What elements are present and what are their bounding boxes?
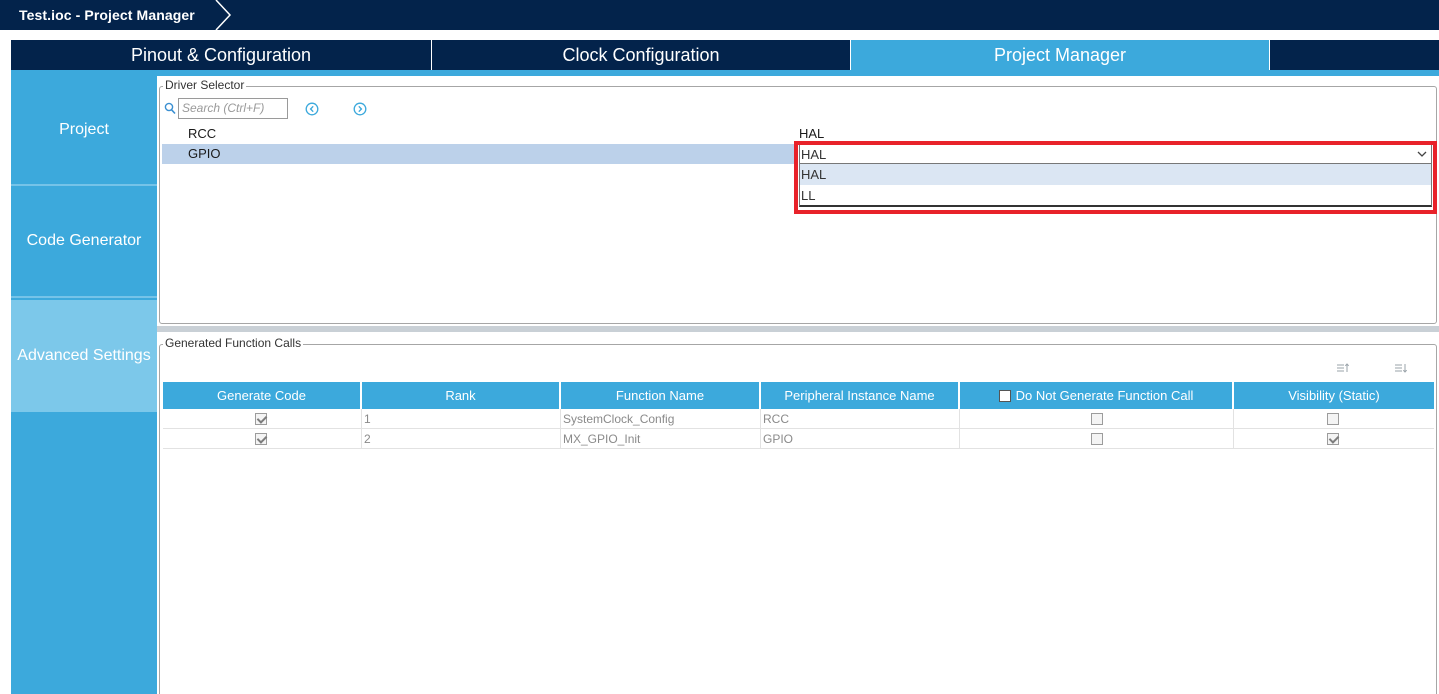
rank-value: 1 <box>364 412 371 426</box>
visibility-static-checkbox[interactable] <box>1327 413 1339 425</box>
sidebar-item-advanced-settings[interactable]: Advanced Settings <box>11 300 157 412</box>
cell-function-name: SystemClock_Config <box>561 409 761 429</box>
move-down-icon[interactable] <box>1394 362 1408 374</box>
function-calls-legend: Generated Function Calls <box>163 336 304 350</box>
sidebar-item-project[interactable]: Project <box>11 76 157 186</box>
sidebar: Project Code Generator Advanced Settings <box>11 76 157 694</box>
cell-visibility-static <box>1234 429 1434 449</box>
driver-row-name: GPIO <box>188 146 221 161</box>
main-tabs: Pinout & Configuration Clock Configurati… <box>11 40 1439 70</box>
tab-empty <box>1270 40 1439 70</box>
function-name-value: SystemClock_Config <box>563 412 675 426</box>
cell-rank: 1 <box>362 409 561 429</box>
tab-clock-configuration[interactable]: Clock Configuration <box>432 40 851 70</box>
cell-visibility-static <box>1234 409 1434 429</box>
cell-do-not-generate <box>960 429 1234 449</box>
search-icon <box>164 102 176 115</box>
generate-code-checkbox[interactable] <box>255 433 267 445</box>
rank-value: 2 <box>364 432 371 446</box>
search-input[interactable]: Search (Ctrl+F) <box>178 98 288 119</box>
generate-code-checkbox[interactable] <box>255 413 267 425</box>
do-not-generate-checkbox[interactable] <box>1091 413 1103 425</box>
cell-rank: 2 <box>362 429 561 449</box>
title-bar: Test.ioc - Project Manager <box>0 0 1439 30</box>
app-window: Test.ioc - Project Manager Pinout & Conf… <box>0 0 1439 694</box>
column-header-label: Do Not Generate Function Call <box>1015 388 1194 403</box>
driver-row-gpio[interactable]: GPIO <box>162 144 798 164</box>
tab-underline <box>11 70 1439 76</box>
breadcrumb-chevron-icon <box>215 0 232 30</box>
cell-instance-name: RCC <box>761 409 960 429</box>
do-not-generate-checkbox[interactable] <box>1091 433 1103 445</box>
column-header-peripheral-instance-name[interactable]: Peripheral Instance Name <box>761 382 960 409</box>
table-row[interactable]: 1 SystemClock_Config RCC <box>163 409 1434 429</box>
previous-result-icon[interactable] <box>305 102 319 116</box>
sidebar-item-code-generator[interactable]: Code Generator <box>11 186 157 298</box>
tab-pinout-configuration[interactable]: Pinout & Configuration <box>11 40 432 70</box>
highlight-annotation-box <box>794 141 1437 214</box>
cell-function-name: MX_GPIO_Init <box>561 429 761 449</box>
driver-row-value[interactable]: HAL <box>799 126 824 141</box>
cell-do-not-generate <box>960 409 1234 429</box>
column-header-rank[interactable]: Rank <box>362 382 561 409</box>
table-header: Generate Code Rank Function Name Periphe… <box>163 382 1434 409</box>
panel-splitter[interactable] <box>157 326 1439 332</box>
function-name-value: MX_GPIO_Init <box>563 432 641 446</box>
column-header-do-not-generate[interactable]: Do Not Generate Function Call <box>960 382 1234 409</box>
driver-selector-legend: Driver Selector <box>163 78 247 92</box>
instance-name-value: RCC <box>763 412 789 426</box>
move-up-icon[interactable] <box>1336 362 1350 374</box>
do-not-generate-all-checkbox[interactable] <box>998 389 1011 402</box>
column-header-visibility-static[interactable]: Visibility (Static) <box>1234 382 1434 409</box>
next-result-icon[interactable] <box>353 102 367 116</box>
cell-instance-name: GPIO <box>761 429 960 449</box>
window-title: Test.ioc - Project Manager <box>19 7 195 23</box>
instance-name-value: GPIO <box>763 432 794 446</box>
column-header-function-name[interactable]: Function Name <box>561 382 761 409</box>
column-header-generate-code[interactable]: Generate Code <box>163 382 362 409</box>
visibility-static-checkbox[interactable] <box>1327 433 1339 445</box>
table-row[interactable]: 2 MX_GPIO_Init GPIO <box>163 429 1434 449</box>
cell-generate-code <box>163 429 362 449</box>
cell-generate-code <box>163 409 362 429</box>
tab-project-manager[interactable]: Project Manager <box>851 40 1270 70</box>
driver-row-name: RCC <box>188 126 217 141</box>
breadcrumb[interactable]: Test.ioc - Project Manager <box>0 0 195 30</box>
